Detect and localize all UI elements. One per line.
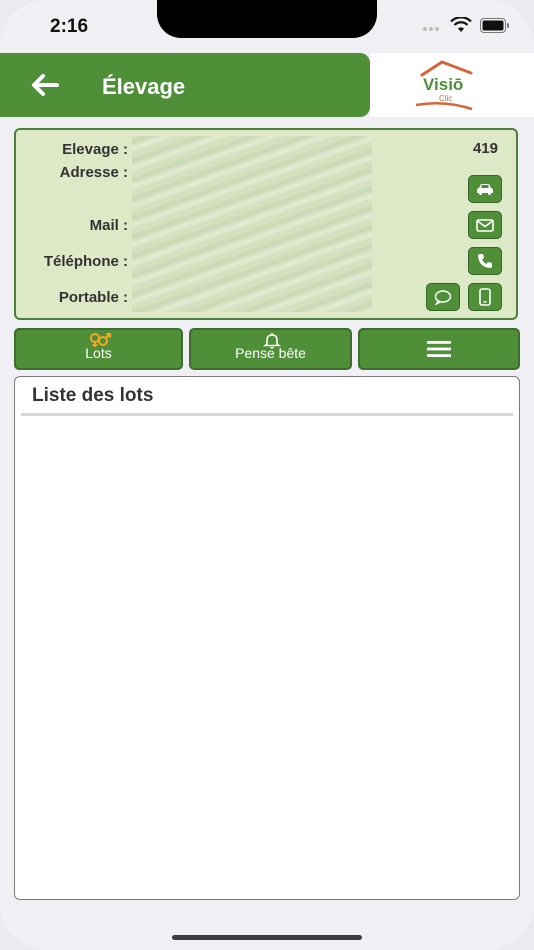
wifi-icon — [450, 17, 472, 32]
car-icon — [477, 184, 493, 195]
mail-label: Mail : — [89, 217, 128, 234]
directions-button[interactable] — [468, 175, 502, 203]
page-title: Élevage — [102, 74, 186, 99]
telephone-label: Téléphone : — [43, 253, 128, 270]
logo-subtext: Clic — [439, 94, 453, 103]
mobile-phone-icon — [479, 288, 491, 306]
speech-bubble-icon — [434, 289, 452, 305]
info-card: Elevage : Adresse : Mail : Téléphone : P… — [14, 128, 518, 320]
lots-list-panel: Liste des lots — [14, 376, 520, 900]
list-title: Liste des lots — [32, 385, 154, 406]
adresse-label: Adresse : — [59, 164, 128, 181]
phone-screen: 2:16 Élevage Visiō Clic Elevage : Adress… — [0, 0, 534, 950]
status-icons — [422, 17, 510, 33]
battery-icon — [480, 17, 509, 33]
mobile-button[interactable] — [468, 283, 502, 311]
elevage-label: Elevage : — [62, 141, 128, 158]
elevage-number: 419 — [472, 140, 498, 157]
logo: Visiō Clic — [370, 53, 534, 117]
sms-button[interactable] — [426, 283, 460, 311]
phone-button[interactable] — [468, 247, 502, 275]
tab-pense-bete[interactable]: Pense bête — [189, 328, 352, 370]
logo-text: Visiō — [423, 75, 464, 94]
redacted-details — [132, 136, 372, 312]
notch — [157, 0, 377, 38]
home-indicator[interactable] — [172, 935, 362, 940]
status-time: 2:16 — [50, 16, 89, 37]
tab-pense-bete-label: Pense bête — [235, 345, 306, 361]
envelope-icon — [476, 218, 494, 232]
phone-icon — [478, 254, 492, 268]
mail-button[interactable] — [468, 211, 502, 239]
header-bar: Élevage — [0, 53, 370, 117]
portable-label: Portable : — [58, 289, 128, 306]
back-arrow-icon[interactable] — [30, 73, 60, 97]
tab-menu[interactable] — [358, 328, 520, 370]
signal-icon — [423, 27, 439, 31]
list-divider — [21, 413, 513, 416]
tab-lots[interactable]: Lots — [14, 328, 183, 370]
tab-lots-label: Lots — [85, 345, 112, 361]
hamburger-menu-icon — [427, 341, 451, 357]
